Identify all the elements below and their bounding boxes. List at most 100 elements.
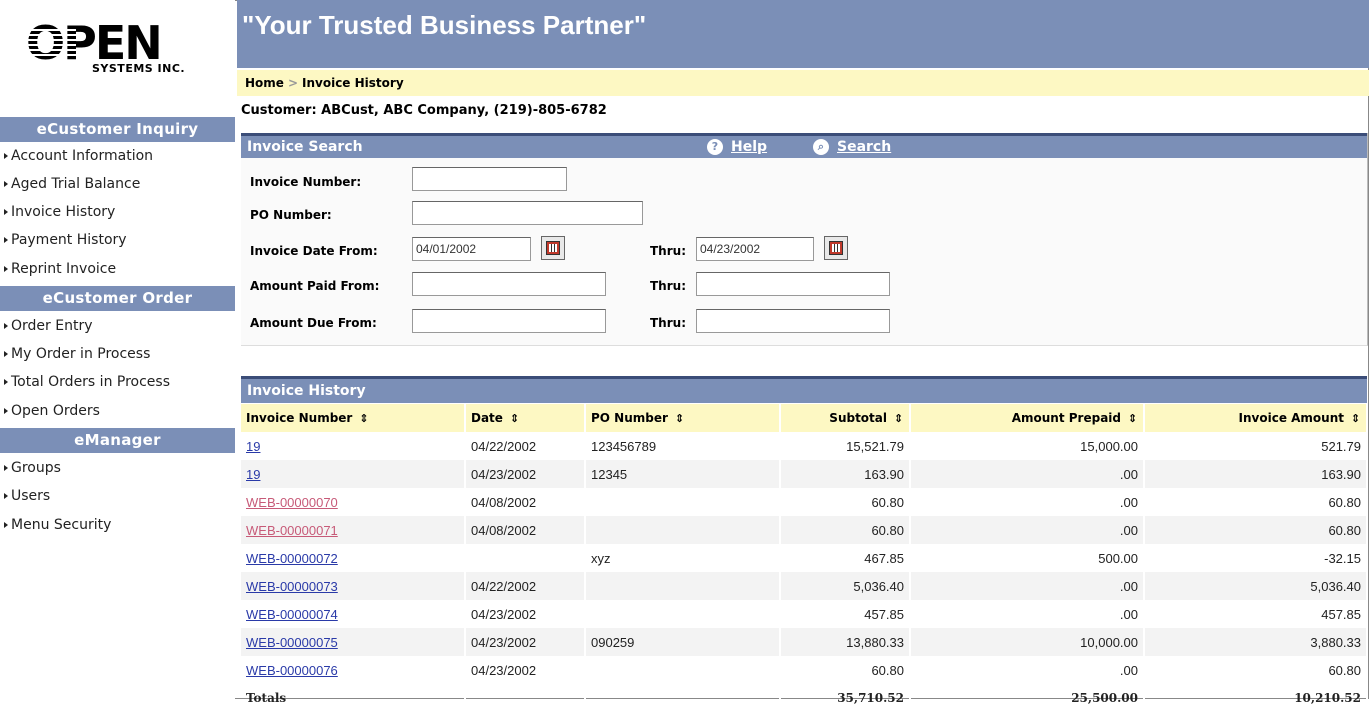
- invoice-amount-cell: 3,880.33: [1144, 628, 1368, 656]
- date-cell: 04/23/2002: [465, 656, 586, 684]
- amount-prepaid-cell: 15,000.00: [910, 432, 1145, 460]
- sidebar-item-invoice-history[interactable]: Invoice History: [0, 198, 115, 226]
- sidebar-item-users[interactable]: Users: [0, 482, 50, 510]
- amount-due-from-input[interactable]: [412, 309, 606, 333]
- breadcrumb-home-link[interactable]: Home: [245, 76, 284, 90]
- sidebar-item-total-orders-in-process[interactable]: Total Orders in Process: [0, 368, 170, 396]
- date-cell: 04/22/2002: [465, 572, 586, 600]
- sort-icon[interactable]: ⇕: [1127, 412, 1138, 425]
- sidebar: OPEN SYSTEMS INC. eCustomer Inquiry Acco…: [0, 0, 235, 699]
- column-header-invoice-amount[interactable]: Invoice Amount ⇕: [1144, 404, 1368, 432]
- sidebar-item-label: Payment History: [11, 232, 127, 248]
- sort-icon[interactable]: ⇕: [893, 412, 904, 425]
- date-cell: 04/23/2002: [465, 460, 586, 488]
- sidebar-item-my-order-in-process[interactable]: My Order in Process: [0, 340, 150, 368]
- column-header-label: Invoice Amount: [1238, 411, 1344, 425]
- calendar-icon[interactable]: [541, 236, 565, 260]
- sidebar-item-order-entry[interactable]: Order Entry: [0, 312, 92, 340]
- column-header-label: Subtotal: [829, 411, 887, 425]
- table-header-row: Invoice Number ⇕ Date ⇕ PO Number ⇕ Subtota…: [241, 404, 1368, 432]
- table-row: 19 04/22/2002 123456789 15,521.79 15,000.00 5…: [241, 432, 1368, 460]
- amount-due-thru-label: Thru:: [650, 316, 686, 330]
- invoice-link[interactable]: WEB-00000076: [246, 663, 338, 678]
- invoice-link[interactable]: WEB-00000073: [246, 579, 338, 594]
- sidebar-item-label: Open Orders: [11, 403, 100, 419]
- invoice-search-title: Invoice Search: [247, 139, 363, 155]
- table-row: WEB-00000072 xyz 467.85 500.00 -32.15: [241, 544, 1368, 572]
- sidebar-item-aged-trial-balance[interactable]: Aged Trial Balance: [0, 170, 140, 198]
- amount-paid-thru-input[interactable]: [696, 272, 890, 296]
- arrow-right-icon: [4, 407, 8, 414]
- po-number-cell: [585, 600, 781, 628]
- invoice-link[interactable]: WEB-00000074: [246, 607, 338, 622]
- column-header-subtotal[interactable]: Subtotal ⇕: [780, 404, 911, 432]
- column-header-invoice-number[interactable]: Invoice Number ⇕: [241, 404, 466, 432]
- logo-subtitle: SYSTEMS INC.: [92, 62, 186, 75]
- amount-due-thru-input[interactable]: [696, 309, 890, 333]
- column-header-amount-prepaid[interactable]: Amount Prepaid ⇕: [910, 404, 1145, 432]
- column-header-label: Date: [471, 411, 503, 425]
- invoice-amount-cell: -32.15: [1144, 544, 1368, 572]
- table-row: WEB-00000071 04/08/2002 60.80.00 60.80: [241, 516, 1368, 544]
- po-number-cell: 090259: [585, 628, 781, 656]
- search-link[interactable]: ⌕ Search: [813, 136, 891, 158]
- invoice-link[interactable]: 19: [246, 467, 260, 482]
- column-header-po-number[interactable]: PO Number ⇕: [585, 404, 781, 432]
- subtotal-cell: 5,036.40: [780, 572, 911, 600]
- po-number-input[interactable]: [412, 201, 643, 225]
- invoice-link[interactable]: WEB-00000071: [246, 523, 338, 538]
- totals-empty: [585, 684, 781, 712]
- totals-row: Totals 35,710.52 25,500.00 10,210.52: [241, 684, 1368, 712]
- sidebar-item-reprint-invoice[interactable]: Reprint Invoice: [0, 255, 116, 283]
- amount-paid-from-input[interactable]: [412, 272, 606, 296]
- help-link[interactable]: ? Help: [707, 136, 767, 158]
- invoice-number-cell: WEB-00000075: [241, 628, 466, 656]
- sidebar-section-ecustomer-order: eCustomer Order: [0, 286, 235, 311]
- arrow-right-icon: [4, 521, 8, 528]
- subtotal-cell: 467.85: [780, 544, 911, 572]
- invoice-link[interactable]: WEB-00000070: [246, 495, 338, 510]
- invoice-amount-cell: 163.90: [1144, 460, 1368, 488]
- invoice-number-cell: WEB-00000076: [241, 656, 466, 684]
- breadcrumb: Home > Invoice History: [237, 70, 1369, 96]
- column-header-label: Amount Prepaid: [1011, 411, 1121, 425]
- sidebar-item-menu-security[interactable]: Menu Security: [0, 511, 111, 539]
- table-row: WEB-00000076 04/23/2002 60.80.00 60.80: [241, 656, 1368, 684]
- column-header-date[interactable]: Date ⇕: [465, 404, 586, 432]
- arrow-right-icon: [4, 464, 8, 471]
- invoice-link[interactable]: WEB-00000075: [246, 635, 338, 650]
- sort-icon[interactable]: ⇕: [1350, 412, 1361, 425]
- po-number-cell: 123456789: [585, 432, 781, 460]
- invoice-date-thru-input[interactable]: 04/23/2002: [696, 237, 814, 261]
- sort-icon[interactable]: ⇕: [674, 412, 685, 425]
- sidebar-section-emanager: eManager: [0, 428, 235, 453]
- sidebar-item-label: Account Information: [11, 148, 154, 164]
- sidebar-item-open-orders[interactable]: Open Orders: [0, 397, 100, 425]
- invoice-link[interactable]: 19: [246, 439, 260, 454]
- amount-prepaid-cell: .00: [910, 516, 1145, 544]
- calendar-icon[interactable]: [824, 236, 848, 260]
- po-number-cell: [585, 516, 781, 544]
- invoice-history-table: Invoice Number ⇕ Date ⇕ PO Number ⇕ Subtota…: [241, 404, 1368, 712]
- invoice-search-header: Invoice Search ? Help ⌕ Search: [241, 133, 1367, 158]
- invoice-number-label: Invoice Number:: [250, 175, 362, 189]
- invoice-link[interactable]: WEB-00000072: [246, 551, 338, 566]
- sidebar-item-account-information[interactable]: Account Information: [0, 142, 153, 170]
- date-cell: 04/08/2002: [465, 516, 586, 544]
- invoice-number-cell: 19: [241, 460, 466, 488]
- po-number-cell: [585, 488, 781, 516]
- sort-icon[interactable]: ⇕: [358, 412, 369, 425]
- invoice-number-input[interactable]: [412, 167, 567, 191]
- po-number-cell: [585, 572, 781, 600]
- subtotal-cell: 60.80: [780, 516, 911, 544]
- arrow-right-icon: [4, 350, 8, 357]
- sidebar-item-payment-history[interactable]: Payment History: [0, 226, 127, 254]
- amount-prepaid-cell: .00: [910, 460, 1145, 488]
- sort-icon[interactable]: ⇕: [509, 412, 520, 425]
- po-number-cell: xyz: [585, 544, 781, 572]
- sidebar-item-label: Total Orders in Process: [11, 374, 170, 390]
- invoice-date-from-input[interactable]: 04/01/2002: [412, 237, 531, 261]
- subtotal-cell: 13,880.33: [780, 628, 911, 656]
- sidebar-item-groups[interactable]: Groups: [0, 454, 61, 482]
- header-slogan: "Your Trusted Business Partner": [242, 10, 647, 40]
